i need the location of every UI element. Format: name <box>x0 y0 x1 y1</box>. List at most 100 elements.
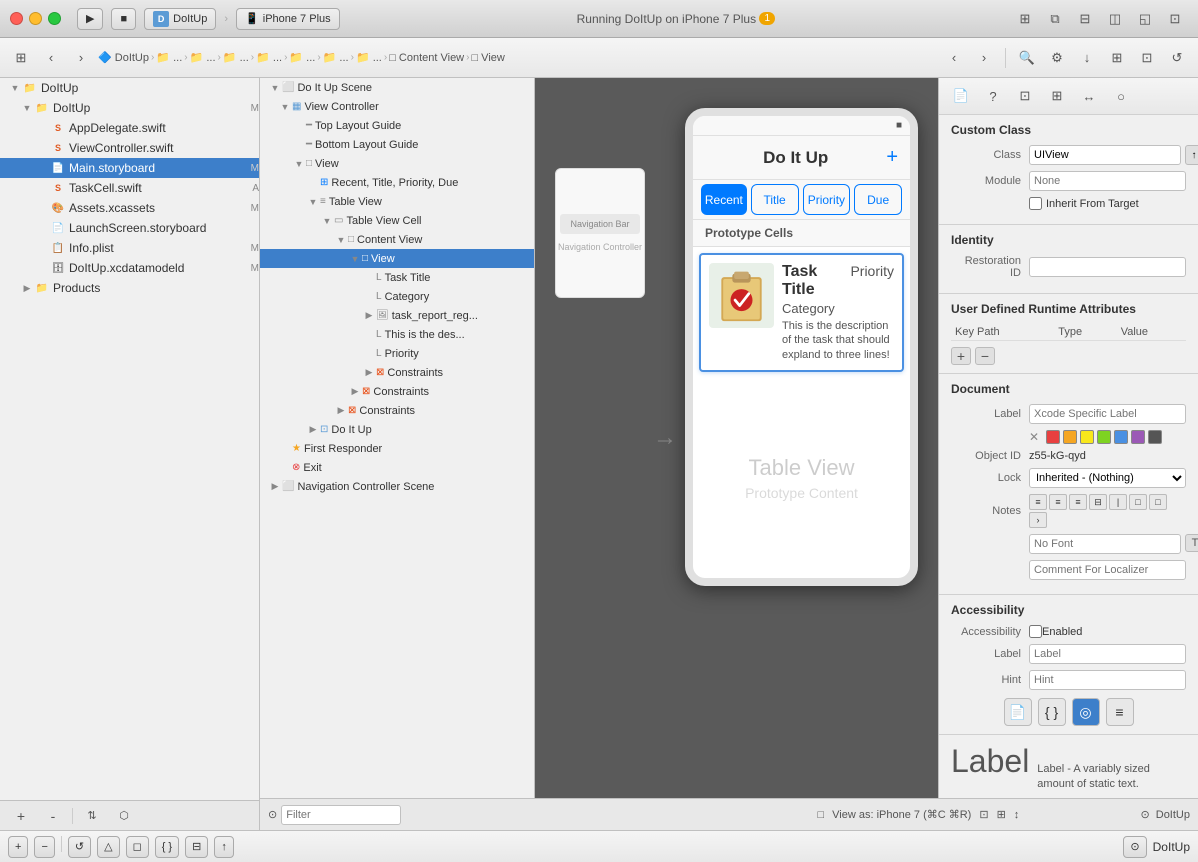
tree-item-viewcontroller[interactable]: S ViewController.swift <box>0 138 259 158</box>
prev-btn[interactable]: ‹ <box>941 45 967 71</box>
breadcrumb-item[interactable]: □ Content View <box>389 52 464 64</box>
notes-align-left[interactable]: ≡ <box>1029 494 1047 510</box>
outline-first-responder[interactable]: ★ First Responder <box>260 439 534 458</box>
storyboard-btn[interactable]: ◻ <box>126 836 149 858</box>
ud-add-btn[interactable]: + <box>951 347 971 365</box>
inspector-btn-6[interactable]: ↺ <box>1164 45 1190 71</box>
forward-btn[interactable]: › <box>68 45 94 71</box>
app-name-btn[interactable]: D DoItUp <box>144 8 216 30</box>
restoration-input[interactable] <box>1029 257 1186 277</box>
swatch-purple[interactable] <box>1131 430 1145 444</box>
tree-item-mainstoryboard[interactable]: 📄 Main.storyboard M <box>0 158 259 178</box>
ud-remove-btn[interactable]: − <box>975 347 995 365</box>
outline-segment-control[interactable]: ⊞ Recent, Title, Priority, Due <box>260 173 534 192</box>
accessibility-checkbox[interactable] <box>1029 625 1042 638</box>
outline-constraints-2[interactable]: ⊠ Constraints <box>260 382 534 401</box>
tree-item-assets[interactable]: 🎨 Assets.xcassets M <box>0 198 259 218</box>
tree-group-doitup[interactable]: 📁 DoItUp M <box>0 98 259 118</box>
outline-task-title[interactable]: L Task Title <box>260 268 534 287</box>
quick-help-btn[interactable]: ? <box>979 84 1007 108</box>
iphone-add-btn[interactable]: + <box>886 146 898 169</box>
class-arrow-btn[interactable]: ↑ <box>1185 145 1198 165</box>
inspector-btn-1[interactable]: 🔍 <box>1014 45 1040 71</box>
class-input[interactable] <box>1029 145 1181 165</box>
swatch-red[interactable] <box>1046 430 1060 444</box>
outline-table-view[interactable]: ≡ Table View <box>260 192 534 211</box>
doc-label-input[interactable] <box>1029 404 1186 424</box>
font-input[interactable] <box>1029 534 1181 554</box>
inspector-btn-4[interactable]: ⊞ <box>1104 45 1130 71</box>
share-btn[interactable]: ↑ <box>214 836 234 858</box>
filter-btn[interactable]: ⬡ <box>111 803 137 829</box>
layout-btn-6[interactable]: ⊡ <box>1162 6 1188 32</box>
swatch-yellow[interactable] <box>1080 430 1094 444</box>
code-btn[interactable]: { } <box>155 836 179 858</box>
device-btn[interactable]: 📱 iPhone 7 Plus <box>236 8 340 30</box>
outline-nav-controller-scene[interactable]: ⬜ Navigation Controller Scene <box>260 477 534 496</box>
inspector-btn-2[interactable]: ⚙ <box>1044 45 1070 71</box>
notes-img-2[interactable]: □ <box>1149 494 1167 510</box>
acc-hint-input[interactable] <box>1029 670 1186 690</box>
seg-recent[interactable]: Recent <box>701 184 747 215</box>
notes-align-justify[interactable]: ⊟ <box>1089 494 1107 510</box>
file-inspector-btn[interactable]: 📄 <box>947 84 975 108</box>
stop-button[interactable]: ■ <box>111 8 136 30</box>
outline-task-report[interactable]: 🖼 task_report_reg... <box>260 306 534 325</box>
breadcrumb-item[interactable]: □ View <box>471 52 504 64</box>
next-btn[interactable]: › <box>971 45 997 71</box>
outline-exit[interactable]: ⊗ Exit <box>260 458 534 477</box>
seg-due[interactable]: Due <box>854 184 902 215</box>
tree-item-infoplist[interactable]: 📋 Info.plist M <box>0 238 259 258</box>
icon-list-btn[interactable]: ≡ <box>1106 698 1134 726</box>
lock-select[interactable]: Inherited - (Nothing) <box>1029 468 1186 488</box>
swatch-orange[interactable] <box>1063 430 1077 444</box>
warning-badge[interactable]: 1 <box>759 12 775 25</box>
outline-constraints-1[interactable]: ⊠ Constraints <box>260 363 534 382</box>
breadcrumb-item[interactable]: 📁 ... <box>223 51 249 64</box>
layout-btn-2[interactable]: ⧉ <box>1042 6 1068 32</box>
outline-top-layout-guide[interactable]: ━ Top Layout Guide <box>260 116 534 135</box>
swatch-remove[interactable]: ✕ <box>1029 430 1039 444</box>
inspector-btn-3[interactable]: ↓ <box>1074 45 1100 71</box>
tree-item-taskcell[interactable]: S TaskCell.swift A <box>0 178 259 198</box>
font-T-btn[interactable]: T <box>1185 534 1198 552</box>
nav-sidebar-btn[interactable]: ⊞ <box>8 45 34 71</box>
filter-input[interactable] <box>281 805 401 825</box>
breadcrumb-item[interactable]: 📁 ... <box>190 51 216 64</box>
breadcrumb-item[interactable]: 📁 ... <box>156 51 182 64</box>
remove-file-btn[interactable]: - <box>40 803 66 829</box>
comment-input[interactable] <box>1029 560 1186 580</box>
swatch-green[interactable] <box>1097 430 1111 444</box>
hide-panel-btn[interactable]: ⊙ <box>1123 836 1146 858</box>
icon-doc-btn[interactable]: 📄 <box>1004 698 1032 726</box>
nav-history-btn[interactable]: ↺ <box>68 836 91 858</box>
outline-table-cell[interactable]: ▭ Table View Cell <box>260 211 534 230</box>
outline-content-view[interactable]: □ Content View <box>260 230 534 249</box>
notes-align-right[interactable]: ≡ <box>1069 494 1087 510</box>
inspector-btn-5[interactable]: ⊡ <box>1134 45 1160 71</box>
outline-view[interactable]: □ View <box>260 154 534 173</box>
remove-bottom-btn[interactable]: − <box>34 836 54 858</box>
tree-item-launchscreen[interactable]: 📄 LaunchScreen.storyboard <box>0 218 259 238</box>
seg-priority[interactable]: Priority <box>803 184 851 215</box>
tree-root[interactable]: 📁 DoItUp <box>0 78 259 98</box>
breadcrumb-item[interactable]: 📁 ... <box>356 51 382 64</box>
layout-btn-5[interactable]: ◱ <box>1132 6 1158 32</box>
outline-bottom-layout-guide[interactable]: ━ Bottom Layout Guide <box>260 135 534 154</box>
add-file-btn[interactable]: + <box>8 803 34 829</box>
outline-do-it-up-bar[interactable]: ⊡ Do It Up <box>260 420 534 439</box>
outline-view-controller[interactable]: ▦ View Controller <box>260 97 534 116</box>
swatch-dark[interactable] <box>1148 430 1162 444</box>
attrib-inspector-btn[interactable]: ⊞ <box>1043 84 1071 108</box>
outline-priority[interactable]: L Priority <box>260 344 534 363</box>
breadcrumb-item[interactable]: 🔷 DoItUp <box>98 51 149 64</box>
outline-description[interactable]: L This is the des... <box>260 325 534 344</box>
notes-align-center[interactable]: ≡ <box>1049 494 1067 510</box>
back-btn[interactable]: ‹ <box>38 45 64 71</box>
seg-title[interactable]: Title <box>751 184 799 215</box>
sort-btn[interactable]: ⇅ <box>79 803 105 829</box>
layout-btn-4[interactable]: ◫ <box>1102 6 1128 32</box>
outline-view-selected[interactable]: □ View <box>260 249 534 268</box>
close-button[interactable] <box>10 12 23 25</box>
layout-btn-1[interactable]: ⊞ <box>1012 6 1038 32</box>
